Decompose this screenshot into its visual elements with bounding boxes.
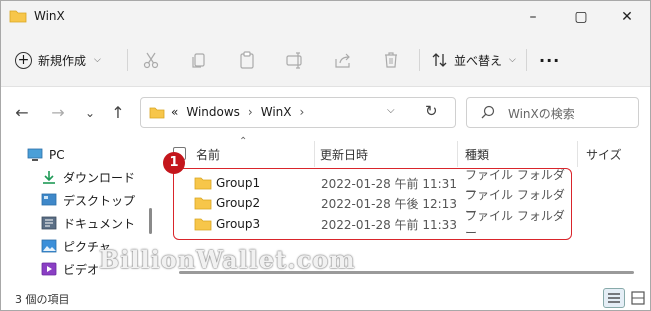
toolbar-divider xyxy=(127,49,128,71)
sidebar-item-label: デスクトップ xyxy=(63,193,136,208)
new-button-label: 新規作成 xyxy=(38,53,87,68)
search-box[interactable]: WinXの検索 xyxy=(466,97,639,128)
toolbar-divider xyxy=(526,49,527,71)
chevron-down-icon: ⌵ xyxy=(509,55,516,65)
details-view-icon xyxy=(608,293,620,303)
sort-button-label: 並べ替え xyxy=(454,53,503,68)
toolbar-divider xyxy=(419,49,420,71)
breadcrumb: « Windows › WinX › xyxy=(171,105,304,119)
minimize-button[interactable]: – xyxy=(510,1,556,33)
pictures-icon xyxy=(41,239,57,253)
explorer-window: WinX – ▢ ✕ + 新規作成 ⌵ 並べ替え ⌵ ... ← → ⌄ ↑ «… xyxy=(0,0,651,311)
refresh-button[interactable]: ↻ xyxy=(425,102,438,120)
paste-icon[interactable] xyxy=(237,50,257,70)
sidebar-item-documents[interactable]: ドキュメント xyxy=(41,213,135,233)
share-icon[interactable] xyxy=(333,50,353,70)
command-bar: + 新規作成 ⌵ 並べ替え ⌵ ... xyxy=(1,33,650,87)
pc-icon xyxy=(27,148,43,161)
sidebar-item-label: PC xyxy=(49,148,65,162)
chevron-right-icon[interactable]: › xyxy=(248,105,253,119)
sidebar-item-videos[interactable]: ビデオ xyxy=(41,259,99,279)
new-button[interactable]: + 新規作成 ⌵ xyxy=(15,47,101,73)
sidebar-item-pc[interactable]: PC xyxy=(27,145,65,165)
recent-locations-button[interactable]: ⌄ xyxy=(79,104,101,122)
sort-ascending-icon: ⌃ xyxy=(239,136,248,147)
address-bar[interactable]: « Windows › WinX › ⌵ xyxy=(140,97,456,128)
nav-scrollbar[interactable] xyxy=(149,208,152,234)
tiles-view-icon[interactable] xyxy=(629,289,647,307)
column-divider[interactable] xyxy=(314,141,315,167)
details-view-button[interactable] xyxy=(603,288,625,308)
breadcrumb-overflow[interactable]: « xyxy=(171,105,178,119)
column-header-type[interactable]: 種類 xyxy=(465,146,489,163)
documents-icon xyxy=(41,216,57,230)
maximize-button[interactable]: ▢ xyxy=(558,1,604,33)
desktop-icon xyxy=(41,193,57,206)
window-title: WinX xyxy=(34,9,65,23)
column-header-date[interactable]: 更新日時 xyxy=(320,146,368,163)
delete-icon[interactable] xyxy=(381,50,401,70)
up-button[interactable]: ↑ xyxy=(107,104,129,122)
search-placeholder: WinXの検索 xyxy=(508,107,575,121)
column-header-name[interactable]: 名前 xyxy=(196,146,220,163)
highlight-box xyxy=(173,168,572,240)
folder-icon xyxy=(9,10,27,23)
title-bar: WinX – ▢ ✕ xyxy=(1,1,650,33)
watermark: BillionWallet.com xyxy=(99,245,356,274)
sidebar-item-downloads[interactable]: ダウンロード xyxy=(41,167,135,187)
sidebar-item-label: ダウンロード xyxy=(63,170,136,185)
rename-icon[interactable] xyxy=(285,50,305,70)
chevron-down-icon[interactable]: ⌵ xyxy=(387,105,395,116)
chevron-down-icon: ⌵ xyxy=(94,55,101,65)
close-button[interactable]: ✕ xyxy=(604,1,650,33)
annotation-badge: 1 xyxy=(163,152,185,174)
more-options-button[interactable]: ... xyxy=(539,47,560,66)
folder-icon xyxy=(149,107,165,119)
copy-icon[interactable] xyxy=(189,50,209,70)
videos-icon xyxy=(41,262,57,276)
sidebar-item-desktop[interactable]: デスクトップ xyxy=(41,190,135,210)
back-button[interactable]: ← xyxy=(11,104,33,122)
breadcrumb-item[interactable]: WinX xyxy=(261,105,292,119)
sort-button[interactable]: 並べ替え ⌵ xyxy=(431,47,516,73)
plus-icon: + xyxy=(15,51,32,69)
chevron-right-icon[interactable]: › xyxy=(300,105,305,119)
download-icon xyxy=(43,171,55,184)
cut-icon[interactable] xyxy=(141,50,161,70)
search-icon xyxy=(481,105,495,119)
breadcrumb-item[interactable]: Windows xyxy=(186,105,240,119)
forward-button[interactable]: → xyxy=(47,104,69,122)
column-header-size[interactable]: サイズ xyxy=(586,146,622,163)
item-count: 3 個の項目 xyxy=(15,293,70,306)
sidebar-item-label: ビデオ xyxy=(63,262,100,277)
sort-icon xyxy=(432,53,447,67)
status-bar: 3 個の項目 xyxy=(1,287,650,310)
column-divider[interactable] xyxy=(457,141,458,167)
column-divider[interactable] xyxy=(577,141,578,167)
sidebar-item-label: ドキュメント xyxy=(63,216,136,231)
